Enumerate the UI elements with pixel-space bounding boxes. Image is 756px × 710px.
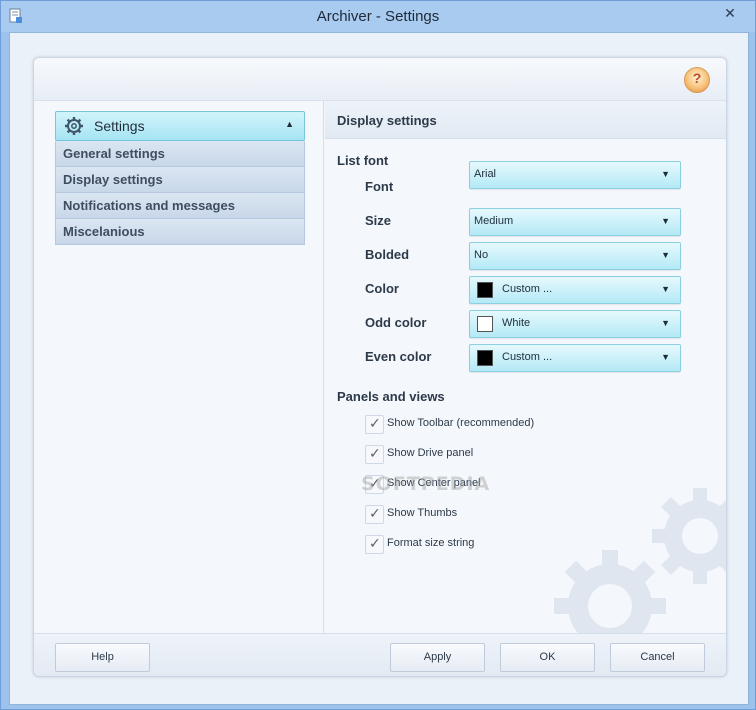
window-title: Archiver - Settings <box>316 8 440 25</box>
color-dropdown-value: Custom ... <box>502 283 553 295</box>
cancel-button[interactable]: Cancel <box>610 643 705 672</box>
dropdown-arrow-icon: ▼ <box>661 318 670 328</box>
help-orb-button[interactable]: ? <box>684 67 710 93</box>
ok-button[interactable]: OK <box>500 643 595 672</box>
color-dropdown[interactable]: Custom ... ▼ <box>469 276 681 304</box>
section-header: Display settings <box>325 101 726 139</box>
checkmark-icon: ✓ <box>369 535 381 551</box>
color-label: Color <box>365 281 399 296</box>
odd-color-label: Odd color <box>365 315 427 330</box>
odd-color-swatch <box>477 316 493 332</box>
navigation-pane: Settings ▲ General settings Display sett… <box>34 101 324 633</box>
checkbox-box: ✓ <box>365 445 384 464</box>
color-swatch <box>477 282 493 298</box>
dropdown-arrow-icon: ▼ <box>661 216 670 226</box>
checkmark-icon: ✓ <box>369 505 381 521</box>
settings-window: Archiver - Settings ✕ ? Settings ▲ Gener… <box>0 0 756 710</box>
nav-item-miscelanious[interactable]: Miscelanious <box>55 219 305 245</box>
dialog-footer: Help Apply OK Cancel <box>34 633 726 676</box>
nav-item-general-settings[interactable]: General settings <box>55 141 305 167</box>
size-label: Size <box>365 213 392 228</box>
nav-item-notifications-and-messages[interactable]: Notifications and messages <box>55 193 305 219</box>
dropdown-arrow-icon: ▼ <box>661 169 670 179</box>
size-dropdown[interactable]: Medium ▼ <box>469 208 681 236</box>
help-icon: ? <box>692 70 702 86</box>
even-color-dropdown-value: Custom ... <box>502 351 553 363</box>
settings-category-header[interactable]: Settings ▲ <box>55 111 305 141</box>
dropdown-arrow-icon: ▼ <box>661 250 670 260</box>
font-dropdown[interactable]: Arial ▼ <box>469 161 681 189</box>
checkbox-box: ✓ <box>365 535 384 554</box>
odd-color-dropdown[interactable]: White ▼ <box>469 310 681 338</box>
checkmark-icon: ✓ <box>369 415 381 431</box>
display-settings-pane: Display settings List font Font Arial ▼ … <box>325 101 726 636</box>
checkbox-box: ✓ <box>365 505 384 524</box>
help-button[interactable]: Help <box>55 643 150 672</box>
font-dropdown-value: Arial <box>474 168 497 180</box>
checkbox-box: ✓ <box>365 415 384 434</box>
dropdown-arrow-icon: ▼ <box>661 352 670 362</box>
title-bar[interactable]: Archiver - Settings ✕ <box>1 1 755 32</box>
settings-nav-list: General settings Display settings Notifi… <box>55 141 305 245</box>
size-dropdown-value: Medium <box>474 215 514 227</box>
gear-icon <box>65 117 83 135</box>
even-color-label: Even color <box>365 349 432 364</box>
dropdown-arrow-icon: ▼ <box>661 284 670 294</box>
list-font-group-title: List font <box>337 153 389 168</box>
checkmark-icon: ✓ <box>369 445 381 461</box>
settings-header-label: Settings <box>94 118 145 134</box>
even-color-dropdown[interactable]: Custom ... ▼ <box>469 344 681 372</box>
close-button[interactable]: ✕ <box>719 3 741 23</box>
section-title: Display settings <box>337 113 437 128</box>
show-thumbs-label: Show Thumbs <box>387 507 458 519</box>
softpedia-watermark: SOFTPEDIA <box>361 473 491 495</box>
bolded-dropdown-value: No <box>474 249 489 261</box>
panels-and-views-group-title: Panels and views <box>337 389 445 404</box>
font-label: Font <box>365 179 394 194</box>
window-client-area: ? Settings ▲ General settings Display se… <box>9 32 749 705</box>
decorative-gears-icon <box>554 488 726 636</box>
odd-color-dropdown-value: White <box>502 317 531 329</box>
apply-button[interactable]: Apply <box>390 643 485 672</box>
settings-card: ? Settings ▲ General settings Display se… <box>33 57 727 677</box>
even-color-swatch <box>477 350 493 366</box>
bolded-label: Bolded <box>365 247 410 262</box>
show-toolbar-label: Show Toolbar (recommended) <box>387 417 535 429</box>
card-header: ? <box>34 58 726 101</box>
bolded-dropdown[interactable]: No ▼ <box>469 242 681 270</box>
format-size-string-label: Format size string <box>387 537 475 549</box>
nav-item-display-settings[interactable]: Display settings <box>55 167 305 193</box>
close-icon: ✕ <box>724 5 736 21</box>
show-drive-panel-label: Show Drive panel <box>387 447 474 459</box>
collapse-caret-icon: ▲ <box>285 119 294 129</box>
